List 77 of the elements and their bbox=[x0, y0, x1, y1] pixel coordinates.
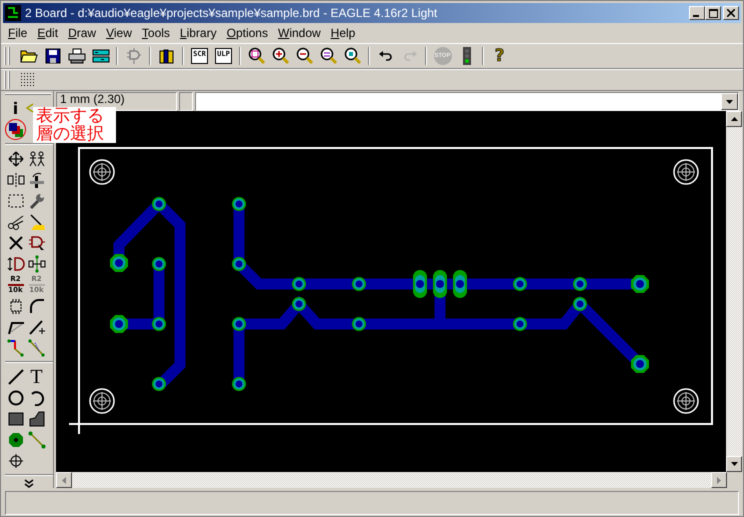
dashed-rectangle-icon bbox=[8, 194, 24, 208]
line-icon bbox=[8, 368, 24, 384]
chip-icon bbox=[8, 298, 24, 314]
component-swap-icon bbox=[28, 254, 46, 272]
close-icon bbox=[727, 9, 735, 17]
board-icon bbox=[5, 5, 21, 21]
double-chevron-icon bbox=[24, 479, 34, 489]
printer-icon bbox=[68, 48, 86, 64]
curve-icon bbox=[28, 298, 44, 314]
filled-rectangle-icon bbox=[8, 412, 24, 426]
vertical-scrollbar[interactable] bbox=[726, 111, 742, 472]
menu-item[interactable]: Help bbox=[326, 26, 360, 40]
rotate-icon bbox=[28, 170, 46, 188]
via-icon bbox=[8, 432, 24, 448]
gate-swap-icon bbox=[6, 254, 24, 272]
arc-icon bbox=[28, 390, 44, 406]
menu-item[interactable]: Library bbox=[174, 26, 222, 40]
caret-right-icon bbox=[717, 476, 721, 484]
menu-item[interactable]: Window bbox=[272, 26, 326, 40]
magnifier-icon bbox=[344, 47, 362, 65]
mirror-icon bbox=[6, 172, 24, 186]
maximize-icon bbox=[708, 8, 718, 18]
layer-button[interactable] bbox=[5, 119, 26, 140]
route-icon bbox=[6, 338, 24, 356]
scroll-down-button[interactable] bbox=[726, 456, 742, 472]
caret-down-icon bbox=[730, 462, 738, 466]
dropdown-button[interactable] bbox=[721, 93, 738, 110]
close-button[interactable] bbox=[723, 6, 739, 20]
film-strip-icon bbox=[92, 48, 110, 64]
crosshair-icon bbox=[8, 452, 24, 468]
info-button[interactable]: i bbox=[5, 98, 26, 119]
paste-icon bbox=[28, 212, 46, 230]
caret-left-icon bbox=[62, 476, 66, 484]
ripup-icon bbox=[28, 338, 46, 356]
menu-item[interactable]: Tools bbox=[136, 26, 175, 40]
toolbar-grip[interactable] bbox=[4, 71, 10, 89]
zoom-out-icon bbox=[296, 47, 314, 65]
polygon-icon bbox=[28, 410, 44, 426]
toolbar-grip[interactable] bbox=[4, 47, 10, 65]
redo-icon bbox=[402, 49, 418, 63]
text-tool-button[interactable]: T bbox=[26, 366, 47, 387]
caret-up-icon bbox=[730, 117, 738, 121]
people-icon bbox=[28, 150, 46, 166]
magnifier-icon bbox=[320, 47, 338, 65]
move-arrows-icon bbox=[8, 150, 24, 166]
callout-pointer bbox=[26, 103, 34, 113]
caret-down-icon bbox=[726, 100, 733, 104]
maximize-button[interactable] bbox=[705, 6, 721, 20]
menu-item[interactable]: Options bbox=[222, 26, 273, 40]
scissors-icon bbox=[6, 214, 24, 230]
window-title: 2 Board - d:¥audio¥eagle¥projects¥sample¥sample.brd - EAGLE 4.16r2 Light bbox=[25, 6, 438, 20]
circle-icon bbox=[8, 390, 24, 406]
folder-icon bbox=[20, 48, 38, 64]
layers-icon bbox=[8, 122, 24, 138]
menu-item[interactable]: Draw bbox=[63, 26, 102, 40]
gate-icon bbox=[28, 234, 46, 252]
gate-icon bbox=[126, 47, 142, 65]
minimize-button[interactable] bbox=[689, 6, 705, 20]
line-plus-icon bbox=[28, 318, 46, 334]
zoom-in-icon bbox=[272, 47, 290, 65]
traffic-light-icon bbox=[462, 46, 472, 66]
signal-line-icon bbox=[28, 430, 46, 448]
magnifier-icon bbox=[248, 47, 266, 65]
undo-icon bbox=[378, 49, 394, 63]
scroll-right-button[interactable] bbox=[711, 472, 727, 488]
menu-item[interactable]: View bbox=[101, 26, 137, 40]
cross-icon bbox=[8, 234, 24, 250]
small-button[interactable] bbox=[179, 92, 193, 111]
scroll-up-button[interactable] bbox=[726, 111, 742, 127]
scroll-left-button[interactable] bbox=[56, 472, 72, 488]
wrench-icon bbox=[28, 192, 44, 208]
annotation-text: 層の選択 bbox=[36, 125, 105, 143]
tool-button[interactable] bbox=[26, 253, 47, 274]
books-icon bbox=[158, 48, 176, 64]
menu-item[interactable]: File bbox=[3, 26, 32, 40]
menu-item[interactable]: Edit bbox=[32, 26, 64, 40]
command-field[interactable] bbox=[195, 92, 739, 111]
